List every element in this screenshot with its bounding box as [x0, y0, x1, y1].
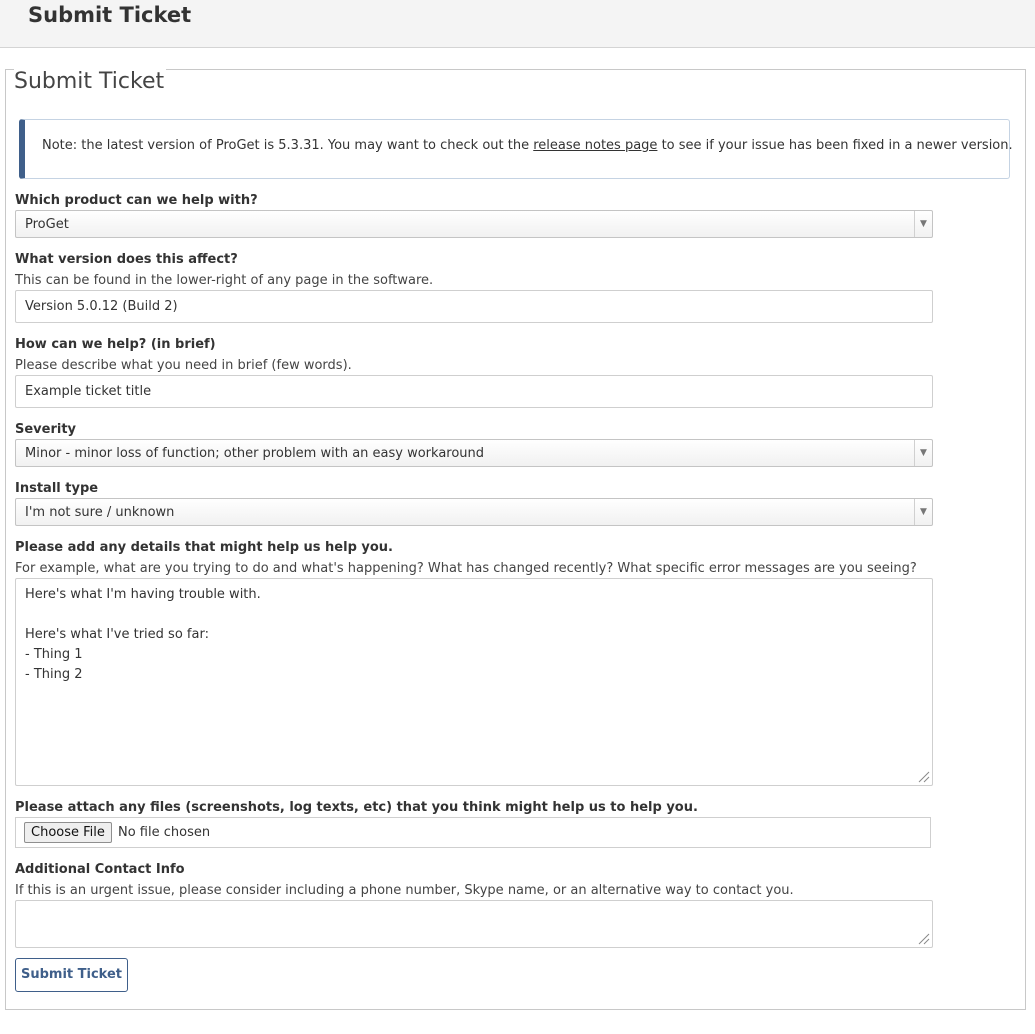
page-title: Submit Ticket	[28, 3, 192, 27]
install-type-label: Install type	[15, 481, 99, 496]
note-text-after: to see if your issue has been fixed in a…	[657, 138, 1013, 153]
attach-label: Please attach any files (screenshots, lo…	[15, 800, 698, 815]
note-text: Note: the latest version of ProGet is 5.…	[42, 138, 1013, 153]
severity-select-value: Minor - minor loss of function; other pr…	[25, 446, 485, 461]
details-text: Here's what I'm having trouble with. Her…	[25, 585, 261, 685]
brief-input[interactable]: Example ticket title	[15, 375, 933, 408]
product-label: Which product can we help with?	[15, 193, 258, 208]
version-hint: This can be found in the lower-right of …	[15, 273, 434, 288]
form-legend: Submit Ticket	[14, 66, 167, 98]
brief-hint: Please describe what you need in brief (…	[15, 358, 352, 373]
submit-ticket-button[interactable]: Submit Ticket	[15, 958, 128, 992]
details-line	[25, 605, 261, 625]
brief-label: How can we help? (in brief)	[15, 337, 216, 352]
details-hint: For example, what are you trying to do a…	[15, 561, 917, 576]
release-notes-link[interactable]: release notes page	[533, 138, 657, 153]
details-line: Here's what I'm having trouble with.	[25, 587, 261, 602]
top-bar: Submit Ticket	[0, 0, 1035, 48]
file-input: Choose File No file chosen	[15, 817, 931, 848]
severity-label: Severity	[15, 422, 77, 437]
contact-label: Additional Contact Info	[15, 862, 185, 877]
version-input[interactable]: Version 5.0.12 (Build 2)	[15, 290, 933, 323]
details-line: Here's what I've tried so far:	[25, 627, 209, 642]
version-label: What version does this affect?	[15, 252, 238, 267]
contact-textarea[interactable]	[15, 900, 933, 948]
install-type-select-value: I'm not sure / unknown	[25, 505, 175, 520]
chevron-down-icon: ▼	[914, 440, 932, 466]
resize-grip-icon[interactable]	[916, 769, 930, 783]
product-select-value: ProGet	[25, 217, 69, 232]
install-type-select[interactable]: I'm not sure / unknown ▼	[15, 498, 933, 526]
choose-file-button[interactable]: Choose File	[24, 822, 112, 843]
note-text-before: Note: the latest version of ProGet is 5.…	[42, 138, 534, 153]
version-input-value: Version 5.0.12 (Build 2)	[25, 299, 178, 314]
resize-grip-icon[interactable]	[916, 931, 930, 945]
file-status: No file chosen	[118, 825, 211, 840]
chevron-down-icon: ▼	[914, 499, 932, 525]
product-select[interactable]: ProGet ▼	[15, 210, 933, 238]
version-note: Note: the latest version of ProGet is 5.…	[19, 119, 1013, 179]
severity-select[interactable]: Minor - minor loss of function; other pr…	[15, 439, 933, 467]
chevron-down-icon: ▼	[914, 211, 932, 237]
details-line: - Thing 2	[25, 667, 83, 682]
contact-hint: If this is an urgent issue, please consi…	[15, 883, 794, 898]
details-line: - Thing 1	[25, 647, 83, 662]
details-textarea[interactable]: Here's what I'm having trouble with. Her…	[15, 578, 933, 786]
details-label: Please add any details that might help u…	[15, 540, 393, 555]
brief-input-value: Example ticket title	[25, 384, 152, 399]
